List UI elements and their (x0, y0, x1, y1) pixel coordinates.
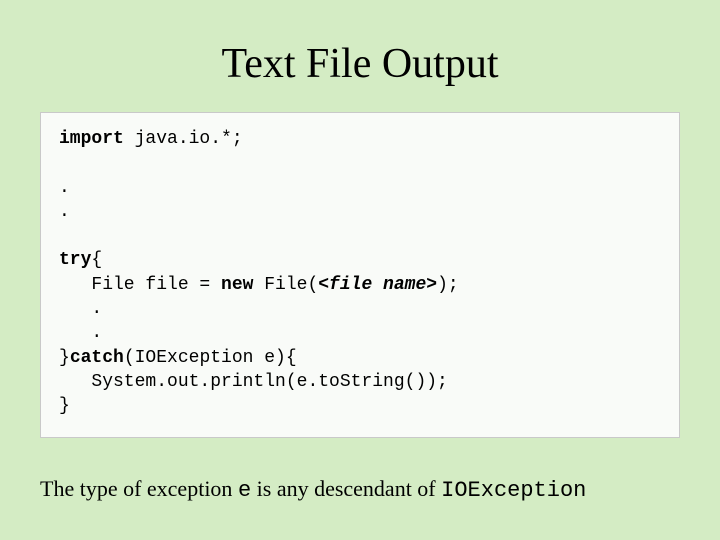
code-keyword: try (59, 250, 91, 270)
code-keyword: catch (70, 348, 124, 368)
code-text: } (59, 348, 70, 368)
code-text: (IOException e){ (124, 348, 297, 368)
code-block: import java.io.*; . . try{ File file = n… (40, 112, 680, 438)
caption-code: e (238, 478, 251, 503)
slide-title: Text File Output (40, 40, 680, 88)
code-text: System.out.println(e.toString()); (59, 372, 448, 392)
code-text: File( (253, 275, 318, 295)
caption: The type of exception e is any descendan… (40, 476, 680, 503)
code-keyword: import (59, 129, 124, 149)
code-text: } (59, 396, 70, 416)
code-text: File file = (59, 275, 221, 295)
code-text: java.io.*; (124, 129, 243, 149)
slide: Text File Output import java.io.*; . . t… (0, 0, 720, 540)
code-param: <file name> (318, 275, 437, 295)
code-text: . (59, 299, 102, 319)
caption-text: is any descendant of (251, 476, 441, 501)
code-text: ); (437, 275, 459, 295)
code-text: { (91, 250, 102, 270)
code-text: . (59, 178, 70, 198)
code-text: . (59, 323, 102, 343)
caption-code: IOException (441, 478, 586, 503)
code-text: . (59, 202, 70, 222)
code-keyword: new (221, 275, 253, 295)
caption-text: The type of exception (40, 476, 238, 501)
